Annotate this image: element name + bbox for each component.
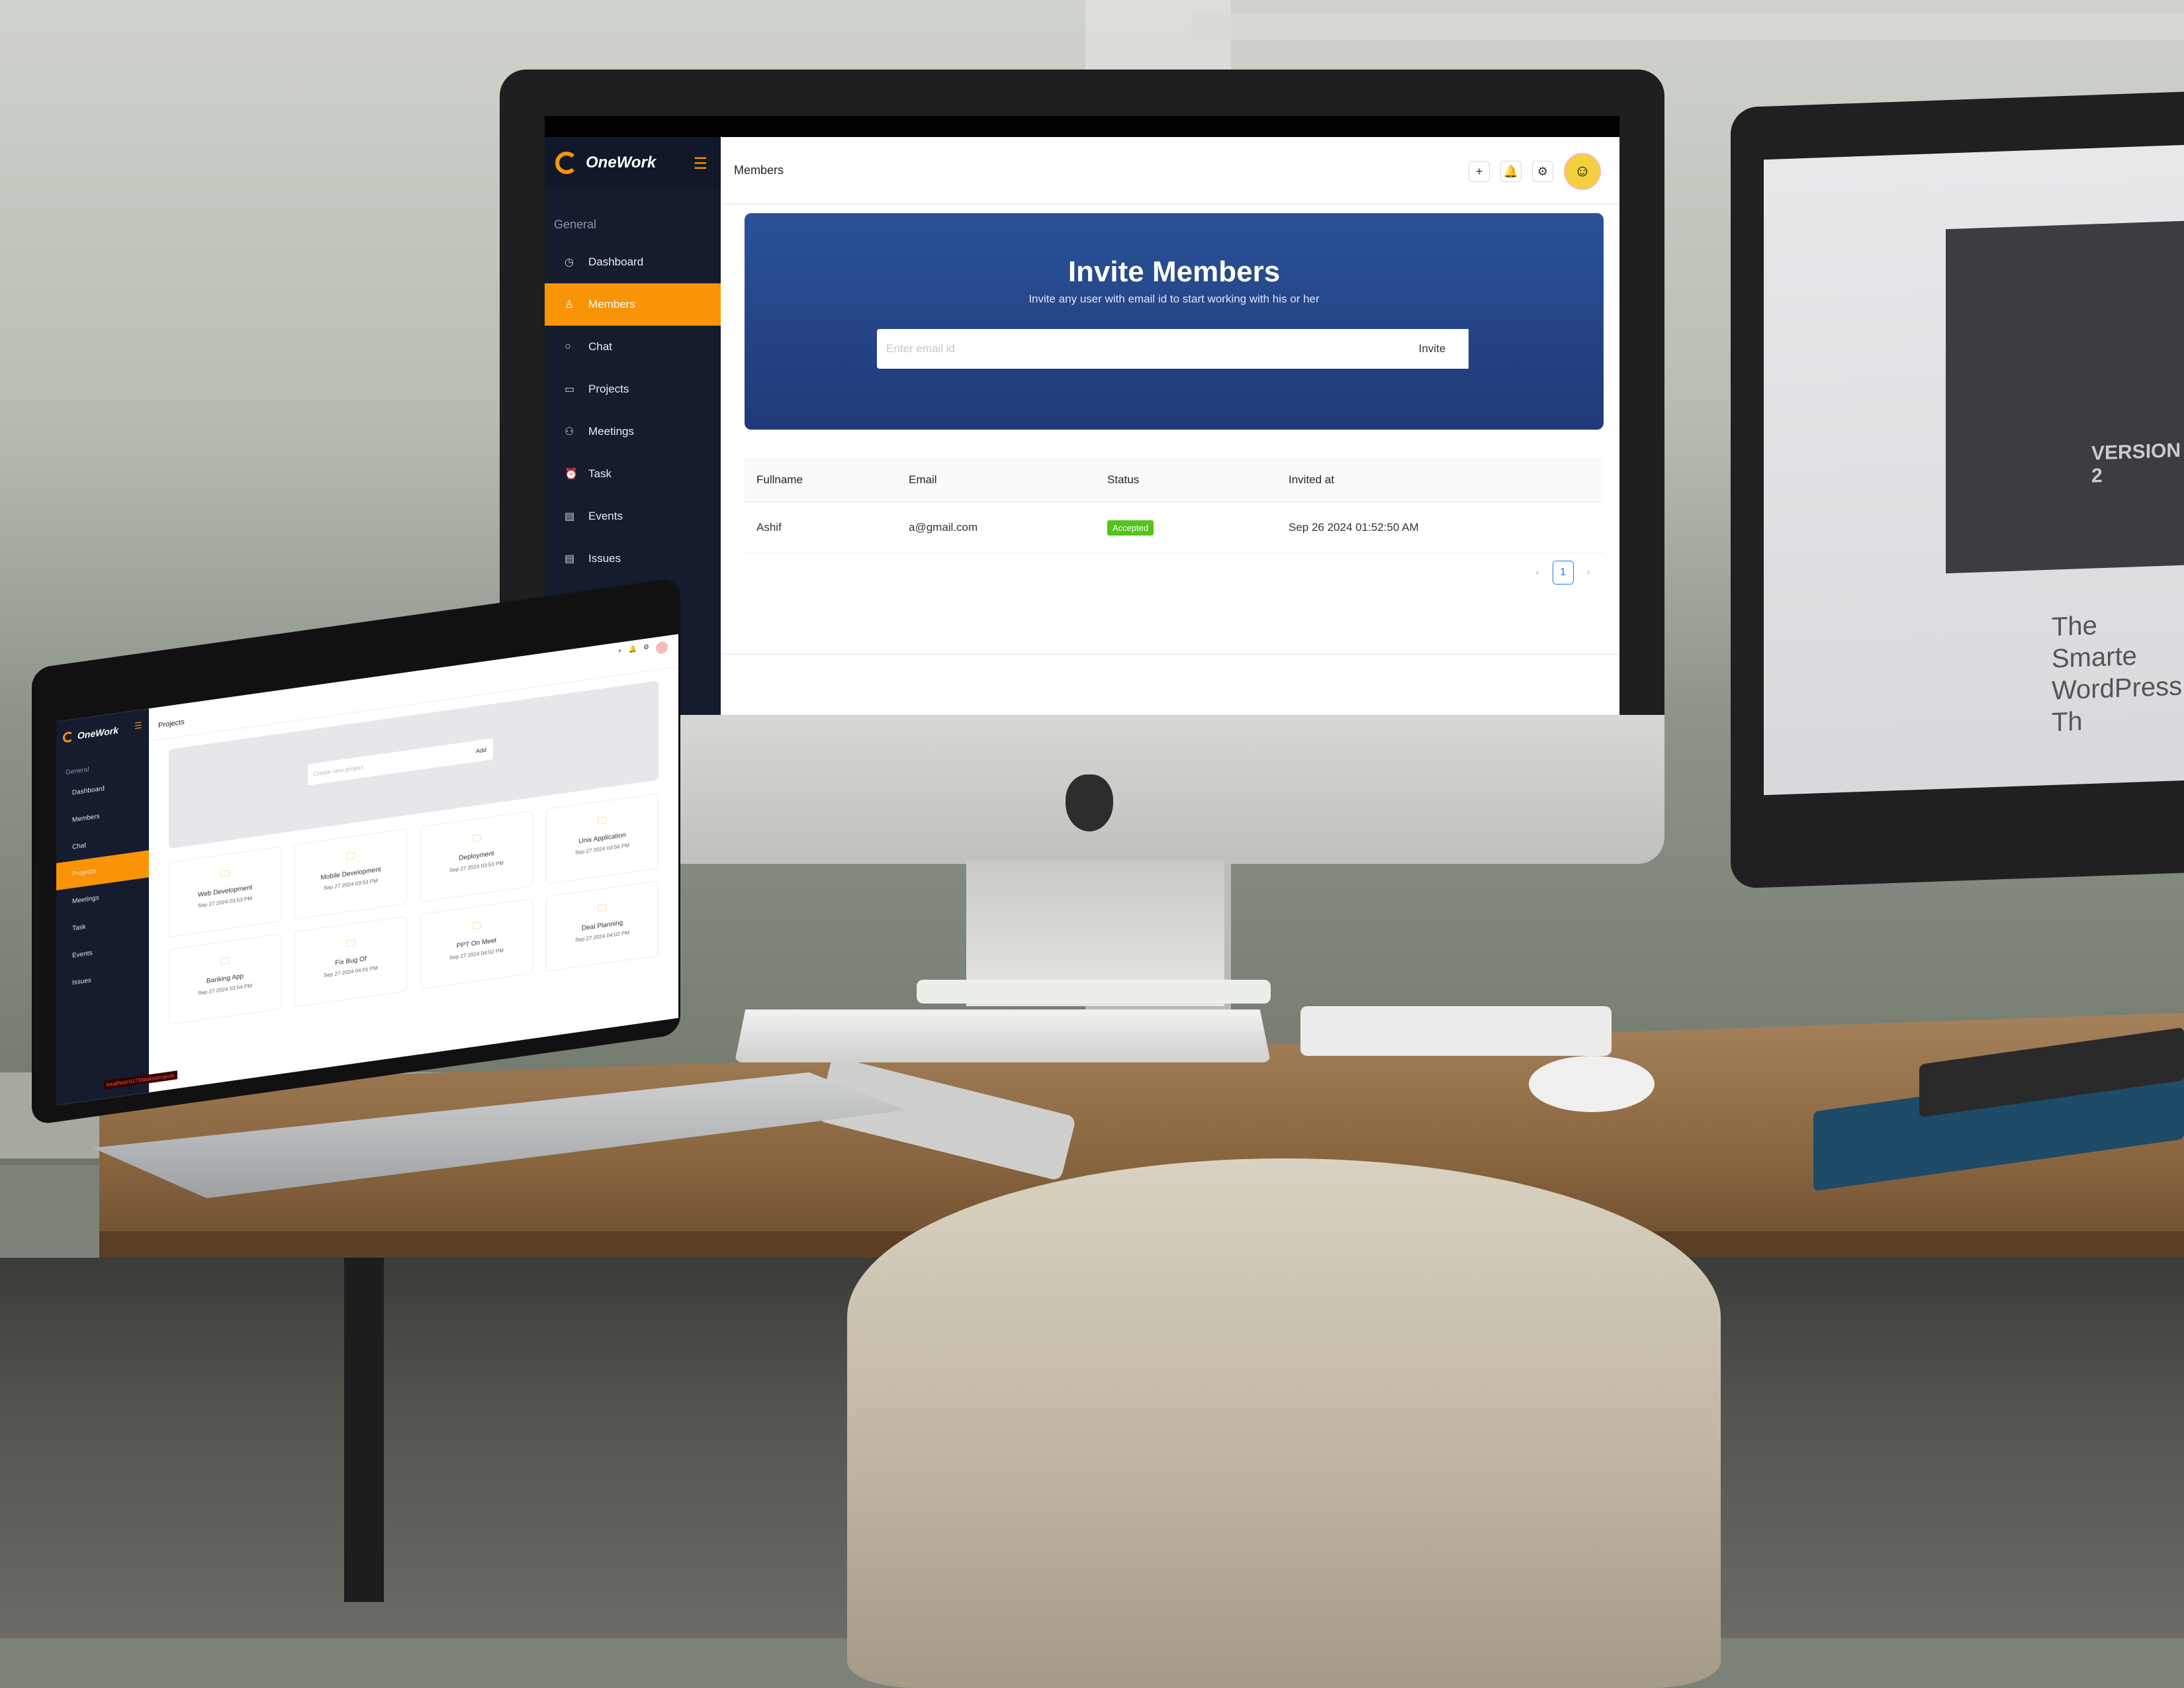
brand-name: OneWork (586, 154, 657, 171)
user-icon: ♙ (565, 299, 574, 310)
menu-toggle-icon[interactable]: ☰ (693, 154, 707, 173)
sidebar-item-label: Projects (588, 383, 629, 395)
onework-logo-icon (555, 152, 578, 174)
nav-section-label: General (554, 218, 597, 231)
menu-toggle-icon[interactable]: ☰ (134, 720, 142, 732)
avatar[interactable]: ☺ (1564, 153, 1601, 190)
sidebar-item-label: Members (588, 298, 635, 310)
sidebar-item-task[interactable]: ⏰ Task (545, 453, 721, 495)
gear-icon[interactable]: ⚙ (1532, 161, 1553, 182)
sidebar-item-label: Issues (588, 552, 621, 565)
chat-icon: ○ (565, 341, 571, 352)
email-input[interactable] (877, 329, 1396, 369)
sidebar-item-label: Meetings (588, 425, 634, 438)
alarm-icon: ⏰ (565, 469, 578, 480)
banner-title: Invite Members (1068, 256, 1281, 288)
project-input[interactable]: Create new project Add (308, 738, 493, 786)
side-monitor-graphic: VERSION 2 (1946, 220, 2184, 574)
version-text: VERSION 2 (2091, 439, 2181, 487)
project-card[interactable]: 🗀 Banking App Sep 27 2024 03:54 PM (169, 933, 281, 1025)
laptop-main: Projects + 🔔 ⚙ Create new project Add 🗀 … (149, 633, 678, 1092)
meetings-icon: ⚇ (565, 426, 574, 438)
cell-invited-at: Sep 26 2024 01:52:50 AM (1289, 521, 1419, 534)
cell-fullname: Ashif (756, 521, 782, 534)
window-bar (1191, 13, 2184, 40)
column-header[interactable]: Invited at (1277, 473, 1604, 487)
gear-icon[interactable]: ⚙ (643, 643, 649, 656)
header: Members + 🔔 ⚙ ☺ (721, 137, 1619, 205)
status-badge: Accepted (1107, 520, 1154, 536)
sidebar-item-chat[interactable]: ○ Chat (545, 326, 721, 368)
project-card[interactable]: 🗀 Unix Application Sep 27 2024 03:56 PM (546, 793, 659, 884)
desk-leg (344, 1258, 384, 1602)
cell-email: a@gmail.com (909, 521, 978, 534)
table-row[interactable]: Ashif a@gmail.com Accepted Sep 26 2024 0… (745, 502, 1604, 553)
dashboard-icon: ◷ (565, 257, 574, 268)
bell-icon[interactable]: 🔔 (1500, 161, 1522, 182)
keyboard (735, 1009, 1271, 1062)
main-content: Members + 🔔 ⚙ ☺ Invite Members Invite an… (721, 137, 1619, 715)
header-actions: + 🔔 ⚙ ☺ (1469, 153, 1601, 190)
chevron-left-icon[interactable]: ‹ (1535, 567, 1539, 579)
members-table: Fullname Email Status Invited at Ashif a… (745, 458, 1604, 553)
side-monitor-headline: The Smarte WordPress Th (2052, 611, 2183, 737)
table-header: Fullname Email Status Invited at (745, 458, 1604, 502)
sidebar-item-label: Chat (588, 340, 612, 353)
laptop-sidebar: OneWork ☰ General Dashboard Members Chat… (56, 708, 177, 1105)
sidebar-item-dashboard[interactable]: ◷ Dashboard (545, 241, 721, 283)
project-card[interactable]: 🗀 Mobile Development Sep 27 2024 03:53 P… (295, 828, 407, 920)
project-card[interactable]: 🗀 Web Development Sep 27 2024 03:53 PM (169, 846, 281, 938)
page-number[interactable]: 1 (1552, 561, 1574, 585)
invite-form: Invite (877, 329, 1469, 369)
project-card[interactable]: 🗀 Deal Planning Sep 27 2024 04:02 PM (546, 880, 659, 972)
invite-banner: Invite Members Invite any user with emai… (745, 213, 1604, 430)
sidebar-item-label: Dashboard (588, 256, 644, 268)
chair (847, 1158, 1721, 1688)
project-card[interactable]: 🗀 Deployment Sep 27 2024 03:53 PM (420, 810, 533, 902)
calendar-icon: ▤ (565, 553, 575, 565)
sidebar-item-label: Task (588, 467, 612, 480)
sidebar-item-events[interactable]: ▤ Events (545, 495, 721, 538)
sidebar-item-label: Events (588, 510, 623, 522)
divider (721, 653, 1619, 655)
banner-subtitle: Invite any user with email id to start w… (1028, 293, 1320, 305)
project-card[interactable]: 🗀 Fix Bug Of Sep 27 2024 04:01 PM (295, 915, 407, 1008)
monitor-icon: ▭ (565, 384, 575, 395)
project-card[interactable]: 🗀 PPT On Meet Sep 27 2024 04:02 PM (420, 898, 533, 990)
brand[interactable]: OneWork ☰ (545, 137, 721, 189)
column-header[interactable]: Email (897, 473, 1095, 487)
calendar-icon: ▤ (565, 511, 575, 522)
imac-screen: OneWork ☰ General ◷ Dashboard ♙ Members … (545, 116, 1619, 715)
plus-icon[interactable]: + (1469, 161, 1490, 182)
sidebar-item-members[interactable]: ♙ Members (545, 283, 721, 326)
sidebar-item-issues[interactable]: ▤ Issues (545, 538, 721, 580)
invite-button[interactable]: Invite (1396, 329, 1469, 369)
chevron-right-icon[interactable]: › (1587, 567, 1590, 579)
onework-app: OneWork ☰ General ◷ Dashboard ♙ Members … (545, 137, 1619, 715)
pagination: ‹ 1 › (1535, 561, 1590, 585)
bell-icon[interactable]: 🔔 (629, 645, 637, 659)
imac-foot (917, 980, 1271, 1004)
avatar[interactable] (656, 641, 668, 655)
mouse (1529, 1056, 1655, 1112)
sidebar-item-projects[interactable]: ▭ Projects (545, 368, 721, 410)
column-header[interactable]: Status (1095, 473, 1277, 487)
plus-icon[interactable]: + (618, 647, 622, 660)
sidebar-item-meetings[interactable]: ⚇ Meetings (545, 410, 721, 453)
trackpad (1300, 1006, 1612, 1056)
add-button[interactable]: Add (476, 747, 486, 755)
apple-logo-icon (1066, 774, 1113, 831)
column-header[interactable]: Fullname (745, 473, 897, 487)
cell-status: Accepted (1095, 520, 1277, 536)
project-input-placeholder: Create new project (313, 763, 363, 778)
page-title: Members (734, 163, 784, 177)
